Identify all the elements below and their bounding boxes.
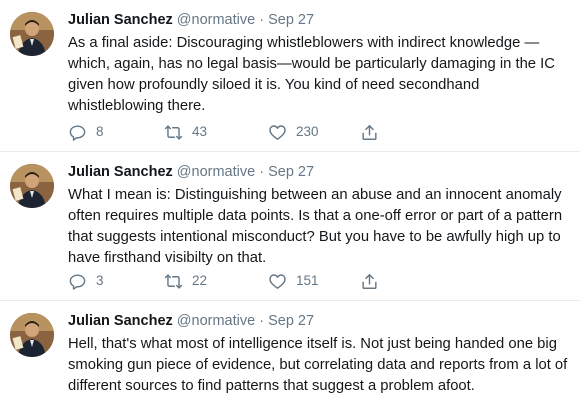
author-handle[interactable]: @normative (177, 313, 255, 329)
heart-icon (269, 124, 286, 140)
tweet-date[interactable]: Sep 27 (268, 12, 314, 28)
reply-count: 3 (96, 273, 104, 288)
separator: · (259, 12, 265, 28)
heart-icon (269, 273, 286, 289)
reply-button[interactable]: 8 (68, 121, 104, 143)
share-button[interactable] (360, 270, 388, 292)
tweet-text: As a final aside: Discouraging whistlebl… (68, 35, 555, 114)
tweet-text: What I mean is: Distinguishing between a… (68, 187, 563, 266)
author-handle[interactable]: @normative (177, 12, 255, 28)
tweet-header: Julian Sanchez @normative · Sep 27 (68, 162, 568, 182)
reply-button[interactable]: 3 (68, 270, 104, 292)
tweet[interactable]: Julian Sanchez @normative · Sep 27 Hell,… (0, 301, 580, 406)
reply-icon (69, 273, 86, 290)
separator: · (259, 313, 265, 329)
tweet-header: Julian Sanchez @normative · Sep 27 (68, 311, 568, 331)
reply-count: 8 (96, 124, 104, 139)
avatar[interactable] (10, 164, 54, 208)
tweet[interactable]: Julian Sanchez @normative · Sep 27 What … (0, 152, 580, 301)
retweet-icon (164, 273, 183, 289)
share-icon (362, 273, 377, 289)
tweet[interactable]: Julian Sanchez @normative · Sep 27 As a … (0, 0, 580, 152)
author-name[interactable]: Julian Sanchez (68, 164, 173, 180)
like-count: 151 (296, 273, 319, 288)
retweet-button[interactable]: 43 (164, 121, 207, 143)
share-icon (362, 124, 377, 140)
reply-icon (69, 124, 86, 141)
author-handle[interactable]: @normative (177, 164, 255, 180)
avatar-image (10, 313, 54, 357)
retweet-count: 43 (192, 124, 208, 139)
tweet-text: Hell, that's what most of intelligence i… (68, 336, 568, 394)
like-button[interactable]: 230 (268, 121, 319, 143)
like-count: 230 (296, 124, 319, 139)
retweet-button[interactable]: 22 (164, 270, 207, 292)
author-name[interactable]: Julian Sanchez (68, 12, 173, 28)
share-button[interactable] (360, 121, 388, 143)
tweet-date[interactable]: Sep 27 (268, 164, 314, 180)
retweet-count: 22 (192, 273, 208, 288)
avatar[interactable] (10, 313, 54, 357)
avatar-image (10, 164, 54, 208)
like-button[interactable]: 151 (268, 270, 319, 292)
avatar[interactable] (10, 12, 54, 56)
tweet-header: Julian Sanchez @normative · Sep 27 (68, 10, 568, 30)
tweet-actions: 8 43 230 (68, 121, 448, 143)
retweet-icon (164, 124, 183, 140)
separator: · (259, 164, 265, 180)
avatar-image (10, 12, 54, 56)
tweet-date[interactable]: Sep 27 (268, 313, 314, 329)
tweet-actions: 3 22 151 (68, 270, 448, 292)
author-name[interactable]: Julian Sanchez (68, 313, 173, 329)
